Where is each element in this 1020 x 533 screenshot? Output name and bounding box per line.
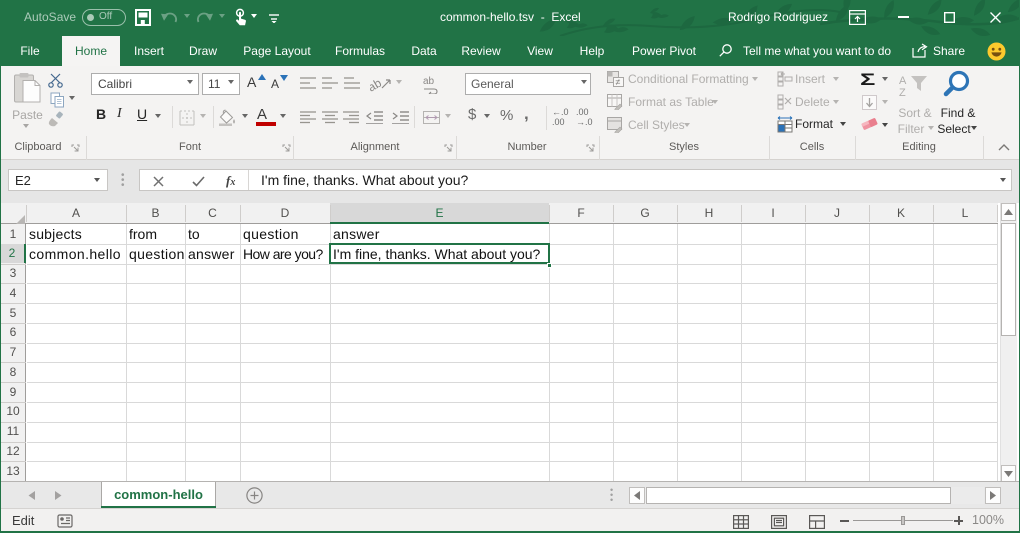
svg-text:A: A (899, 75, 907, 87)
svg-text:≠: ≠ (616, 77, 621, 87)
svg-text:ab: ab (423, 76, 435, 87)
svg-text:ab: ab (370, 76, 384, 92)
svg-text:Z: Z (899, 87, 906, 98)
